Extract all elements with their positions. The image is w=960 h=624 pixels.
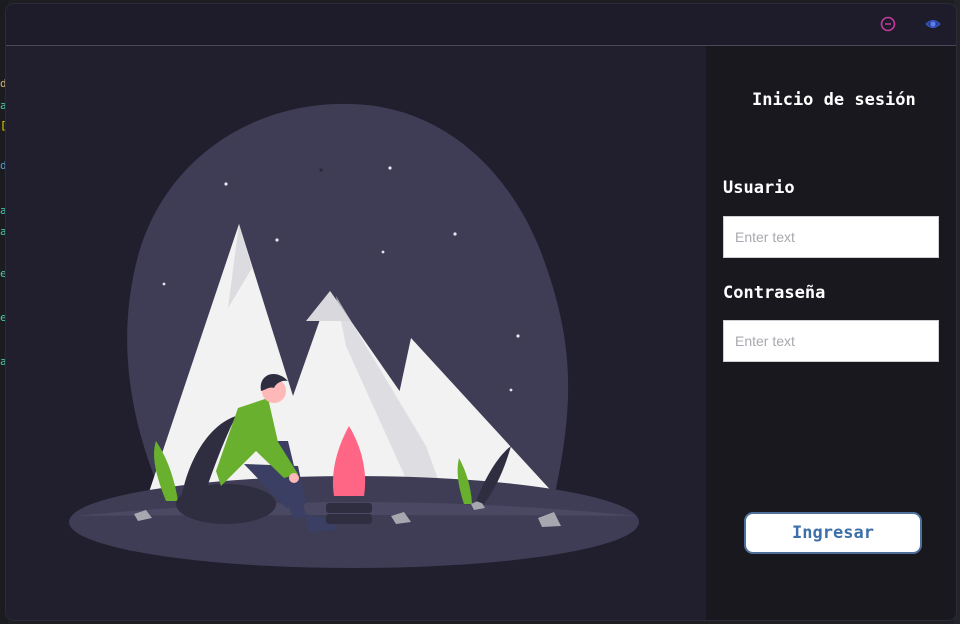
minimize-icon[interactable] (880, 16, 896, 32)
camping-illustration (69, 103, 639, 568)
username-label: Usuario (723, 178, 795, 198)
title-bar[interactable] (6, 4, 956, 46)
illustration-pane (6, 46, 706, 620)
password-label: Contraseña (723, 283, 826, 303)
login-window: Inicio de sesión Usuario Contraseña Ingr… (6, 4, 956, 620)
login-title: Inicio de sesión (752, 90, 916, 110)
login-panel: Inicio de sesión Usuario Contraseña Ingr… (706, 46, 956, 620)
eye-icon[interactable] (925, 16, 941, 32)
username-input[interactable] (723, 216, 939, 258)
submit-button[interactable]: Ingresar (744, 512, 922, 554)
password-input[interactable] (723, 320, 939, 362)
